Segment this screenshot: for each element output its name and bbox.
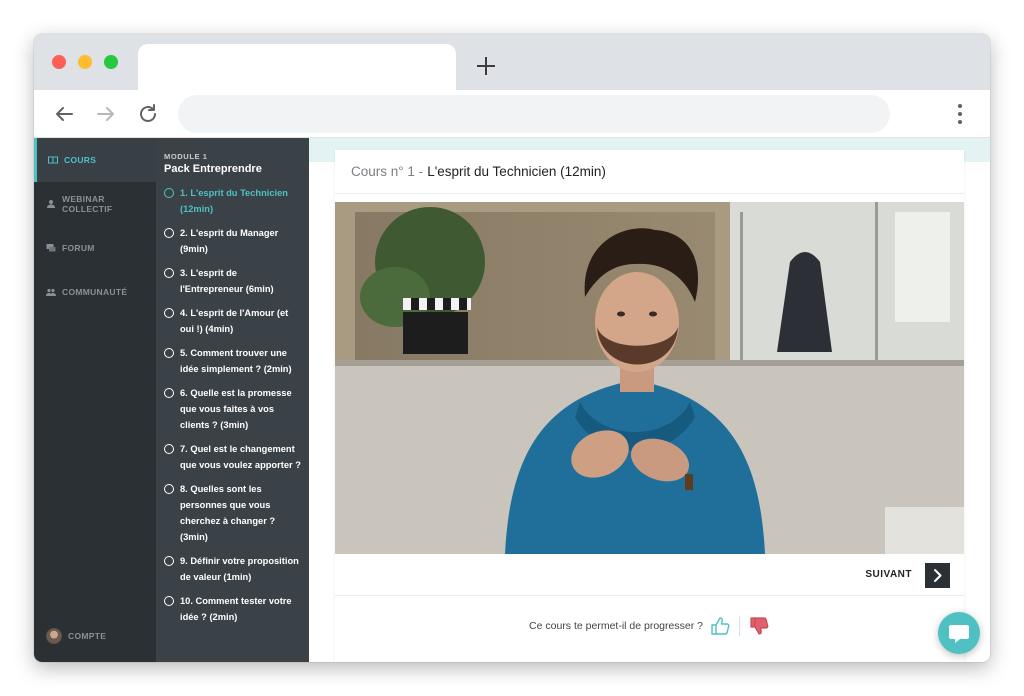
lesson-title: 8. Quelles sont les personnes que vous c… [180,484,276,542]
thumbs-up-icon[interactable] [709,615,731,637]
course-card: Cours n° 1 - L'esprit du Technicien (12m… [335,150,964,662]
chat-icon [46,243,56,253]
lesson-title: 3. L'esprit de l'Entrepreneur (6min) [180,268,274,294]
nav-item-label: COMMUNAUTÉ [62,287,128,297]
browser-toolbar [34,90,990,138]
title-bar [34,34,990,90]
lesson-item[interactable]: 10. Comment tester votre idée ? (2min) [164,593,301,625]
address-bar-input[interactable] [178,95,890,133]
lesson-list: 1. L'esprit du Technicien (12min) 2. L'es… [164,185,301,625]
feedback-question: Ce cours te permet-il de progresser ? [529,620,703,632]
nav-item-label: COMPTE [68,631,107,641]
lesson-item[interactable]: 9. Définir votre proposition de valeur (… [164,553,301,585]
browser-tab[interactable] [138,44,456,90]
nav-item-communaute[interactable]: COMMUNAUTÉ [34,270,156,314]
chevron-right-icon [934,569,942,582]
lesson-title: 6. Quelle est la promesse que vous faite… [180,388,292,430]
reload-icon[interactable] [134,100,162,128]
person-icon [46,199,56,209]
lesson-item[interactable]: 7. Quel est le changement que vous voule… [164,441,301,473]
lesson-item[interactable]: 2. L'esprit du Manager (9min) [164,225,301,257]
video-frame [335,202,964,554]
lesson-status-circle-icon [164,228,174,238]
lesson-status-circle-icon [164,188,174,198]
lesson-status-circle-icon [164,388,174,398]
lesson-item[interactable]: 3. L'esprit de l'Entrepreneur (6min) [164,265,301,297]
chat-support-button[interactable] [938,612,980,654]
left-navigation: COURS WEBINAR COLLECTIF FORUM COMMUNAUTÉ [34,138,156,662]
lesson-item[interactable]: 6. Quelle est la promesse que vous faite… [164,385,301,433]
lesson-title: 7. Quel est le changement que vous voule… [180,444,301,470]
nav-item-webinar[interactable]: WEBINAR COLLECTIF [34,182,156,226]
chat-bubble-icon [949,625,969,643]
lesson-status-circle-icon [164,308,174,318]
people-icon [46,287,56,297]
lesson-status-circle-icon [164,268,174,278]
lesson-title: 10. Comment tester votre idée ? (2min) [180,596,292,622]
lesson-item[interactable]: 5. Comment trouver une idée simplement ?… [164,345,301,377]
lesson-status-circle-icon [164,596,174,606]
nav-item-forum[interactable]: FORUM [34,226,156,270]
lesson-item[interactable]: 4. L'esprit de l'Amour (et oui !) (4min) [164,305,301,337]
course-number: Cours n° 1 - [351,164,424,179]
lesson-status-circle-icon [164,556,174,566]
lesson-title: 9. Définir votre proposition de valeur (… [180,556,299,582]
close-window-button[interactable] [52,55,66,69]
book-icon [48,155,58,165]
lesson-title: 2. L'esprit du Manager (9min) [180,228,279,254]
new-tab-plus-icon[interactable] [474,54,498,78]
minimize-window-button[interactable] [78,55,92,69]
nav-item-label: COURS [64,155,97,165]
lesson-status-circle-icon [164,348,174,358]
thumbs-down-icon[interactable] [748,615,770,637]
nav-item-cours[interactable]: COURS [34,138,156,182]
next-button[interactable] [925,563,950,588]
navigation-row: SUIVANT [335,554,964,596]
lesson-status-circle-icon [164,444,174,454]
avatar [46,628,62,644]
browser-window: COURS WEBINAR COLLECTIF FORUM COMMUNAUTÉ [34,34,990,662]
course-list: MODULE 1 Pack Entreprendre 1. L'esprit d… [156,138,309,662]
maximize-window-button[interactable] [104,55,118,69]
lesson-item[interactable]: 1. L'esprit du Technicien (12min) [164,185,301,217]
feedback-row: Ce cours te permet-il de progresser ? [335,596,964,656]
course-header: Cours n° 1 - L'esprit du Technicien (12m… [335,150,964,194]
video-player[interactable] [335,202,964,554]
lesson-title: 4. L'esprit de l'Amour (et oui !) (4min) [180,308,289,334]
nav-item-label: FORUM [62,243,95,253]
page-content: COURS WEBINAR COLLECTIF FORUM COMMUNAUTÉ [34,138,990,662]
nav-item-compte[interactable]: COMPTE [34,614,156,658]
nav-item-label: WEBINAR COLLECTIF [62,194,113,214]
module-title: Pack Entreprendre [164,163,262,175]
lesson-item[interactable]: 8. Quelles sont les personnes que vous c… [164,481,301,545]
lesson-status-circle-icon [164,484,174,494]
module-label: MODULE 1 [164,152,208,161]
forward-arrow-icon[interactable] [92,100,120,128]
browser-menu-icon[interactable] [946,102,974,126]
back-arrow-icon[interactable] [50,100,78,128]
main-area: Cours n° 1 - L'esprit du Technicien (12m… [309,138,990,662]
course-title: L'esprit du Technicien (12min) [427,164,606,179]
next-label: SUIVANT [865,569,912,580]
feedback-divider [738,616,740,636]
lesson-title: 5. Comment trouver une idée simplement ?… [180,348,292,374]
lesson-title: 1. L'esprit du Technicien (12min) [180,188,288,214]
